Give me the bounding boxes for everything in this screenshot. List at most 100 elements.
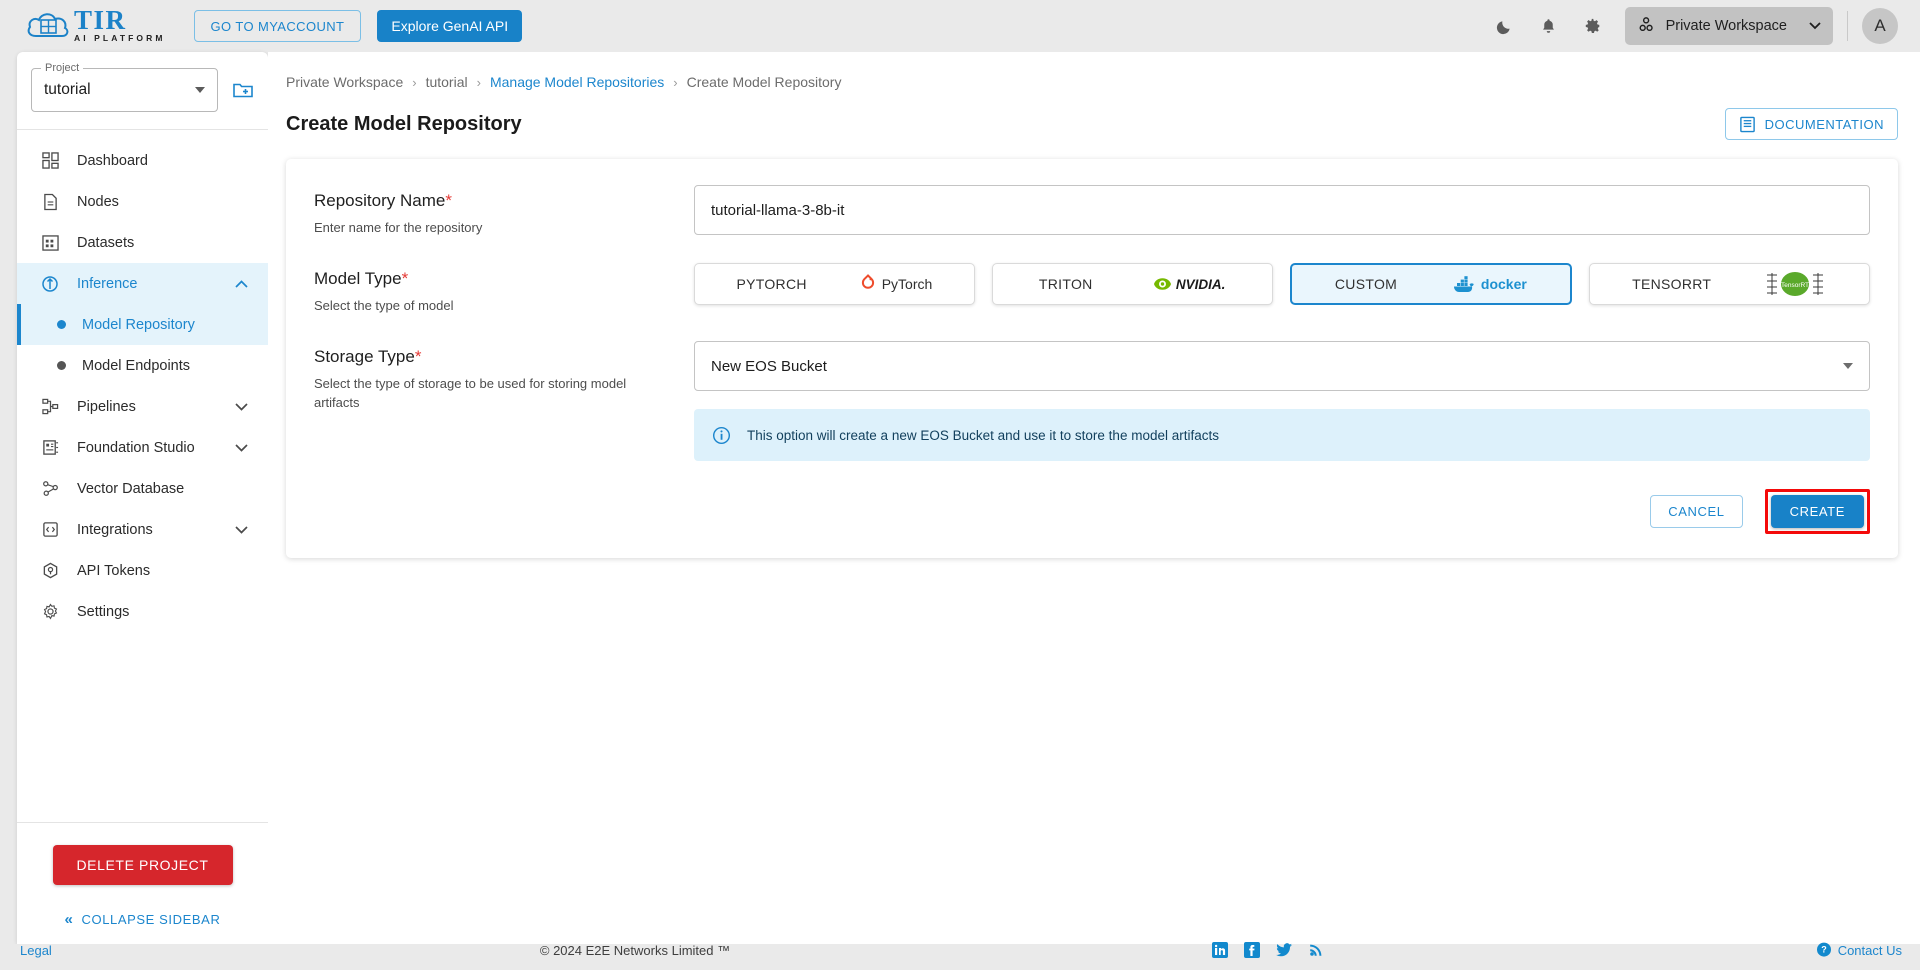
- chevron-down-icon: [235, 402, 248, 411]
- chevron-down-icon: [235, 443, 248, 452]
- storage-type-label-col: Storage Type* Select the type of storage…: [314, 341, 694, 461]
- go-to-myaccount-button[interactable]: GO TO MYACCOUNT: [193, 10, 362, 42]
- tir-logo[interactable]: TIR AI PLATFORM: [26, 7, 166, 44]
- sidebar-item-integrations[interactable]: Integrations: [17, 509, 268, 550]
- gear-icon[interactable]: [1576, 9, 1610, 43]
- repository-name-row: Repository Name* Enter name for the repo…: [314, 185, 1870, 237]
- footer-contact-us-link[interactable]: ? Contact Us: [1816, 942, 1902, 959]
- storage-type-label: Storage Type*: [314, 347, 694, 367]
- sidebar-item-nodes[interactable]: Nodes: [17, 181, 268, 222]
- model-type-option-custom[interactable]: CUSTOM docker: [1289, 263, 1573, 305]
- breadcrumb-item-0[interactable]: Private Workspace: [286, 74, 403, 90]
- repository-name-input[interactable]: [694, 185, 1870, 235]
- sidebar-item-datasets[interactable]: Datasets: [17, 222, 268, 263]
- rss-icon[interactable]: [1309, 942, 1324, 958]
- cancel-button[interactable]: CANCEL: [1650, 495, 1743, 528]
- model-type-description: Select the type of model: [314, 298, 454, 313]
- sidebar-item-label: Pipelines: [77, 398, 136, 415]
- footer-contact-label: Contact Us: [1837, 942, 1902, 958]
- model-type-option-triton[interactable]: TRITON NVIDIA.: [991, 263, 1273, 305]
- studio-icon: [39, 439, 61, 456]
- required-marker: *: [401, 269, 409, 288]
- collapse-sidebar-button[interactable]: « COLLAPSE SIDEBAR: [17, 911, 268, 928]
- moon-icon[interactable]: [1488, 9, 1522, 43]
- linkedin-icon[interactable]: [1212, 942, 1228, 958]
- sidebar-nav: Dashboard Nodes Datasets Inference Model…: [17, 130, 268, 822]
- explore-genai-api-button[interactable]: Explore GenAI API: [377, 10, 523, 42]
- repository-name-description: Enter name for the repository: [314, 220, 483, 235]
- project-legend: Project: [41, 62, 84, 74]
- model-type-options: PYTORCH PyTorch TRITON NVIDIA. CUSTOM do…: [694, 263, 1870, 305]
- twitter-icon[interactable]: [1276, 942, 1293, 958]
- sidebar-item-dashboard[interactable]: Dashboard: [17, 140, 268, 181]
- header-divider: [1847, 11, 1848, 41]
- svg-text:?: ?: [1821, 944, 1827, 954]
- cloud-logo-icon: [26, 9, 72, 43]
- storage-type-info-banner: This option will create a new EOS Bucket…: [694, 409, 1870, 461]
- model-type-name: TRITON: [1038, 276, 1093, 292]
- sidebar-item-settings[interactable]: Settings: [17, 591, 268, 632]
- model-type-option-pytorch[interactable]: PYTORCH PyTorch: [694, 263, 975, 305]
- document-icon: [39, 193, 61, 211]
- sidebar-item-label: Dashboard: [77, 152, 148, 169]
- facebook-icon[interactable]: [1244, 942, 1260, 958]
- breadcrumb-item-2[interactable]: Manage Model Repositories: [490, 74, 664, 90]
- sidebar-item-label: Datasets: [77, 234, 135, 251]
- create-button[interactable]: CREATE: [1770, 495, 1864, 528]
- storage-type-field-col: New EOS Bucket This option will create a…: [694, 341, 1870, 461]
- form-actions: CANCEL CREATE: [314, 489, 1870, 534]
- breadcrumb-item-1[interactable]: tutorial: [426, 74, 468, 90]
- pipelines-icon: [39, 398, 61, 415]
- nvidia-wordmark: NVIDIA.: [1175, 276, 1226, 292]
- sidebar-item-model-repository[interactable]: Model Repository: [17, 304, 268, 345]
- chevron-down-icon: [235, 525, 248, 534]
- delete-project-button[interactable]: DELETE PROJECT: [52, 845, 233, 885]
- model-type-name: CUSTOM: [1334, 276, 1398, 292]
- book-icon: [1739, 116, 1756, 133]
- repository-name-field-col: [694, 185, 1870, 237]
- storage-type-select[interactable]: New EOS Bucket: [694, 341, 1870, 391]
- breadcrumb-separator: ›: [412, 74, 417, 90]
- bell-icon[interactable]: [1532, 9, 1566, 43]
- sidebar-subitem-label: Model Endpoints: [82, 357, 191, 374]
- sidebar-item-inference[interactable]: Inference: [17, 263, 268, 304]
- model-type-row: Model Type* Select the type of model PYT…: [314, 263, 1870, 315]
- main-content: Private Workspace › tutorial › Manage Mo…: [268, 52, 1920, 944]
- workspace-icon: [1637, 15, 1656, 38]
- collapse-sidebar-label: COLLAPSE SIDEBAR: [81, 912, 221, 927]
- required-marker: *: [414, 347, 422, 366]
- sidebar-item-label: Foundation Studio: [77, 439, 195, 456]
- footer-social-links: [1212, 942, 1324, 958]
- sidebar-item-model-endpoints[interactable]: Model Endpoints: [17, 345, 268, 386]
- model-type-option-tensorrt[interactable]: TENSORRT TensorRT: [1589, 263, 1870, 305]
- breadcrumb-separator: ›: [673, 74, 678, 90]
- avatar[interactable]: A: [1862, 8, 1898, 44]
- sidebar-item-label: Vector Database: [77, 480, 185, 497]
- add-folder-icon[interactable]: [232, 80, 254, 100]
- page-title: Create Model Repository: [286, 112, 522, 135]
- project-select[interactable]: Project tutorial: [31, 62, 218, 112]
- info-icon: [712, 426, 731, 445]
- inference-icon: [39, 275, 61, 293]
- sidebar-item-foundation-studio[interactable]: Foundation Studio: [17, 427, 268, 468]
- page-header: Create Model Repository DOCUMENTATION: [268, 90, 1920, 140]
- breadcrumb: Private Workspace › tutorial › Manage Mo…: [268, 52, 1920, 90]
- sidebar-item-vector-database[interactable]: Vector Database: [17, 468, 268, 509]
- tensorrt-logo-icon: TensorRT: [1763, 269, 1827, 299]
- sidebar-item-pipelines[interactable]: Pipelines: [17, 386, 268, 427]
- chevron-down-icon: [1809, 18, 1821, 34]
- sidebar-item-api-tokens[interactable]: API Tokens: [17, 550, 268, 591]
- create-repository-form-card: Repository Name* Enter name for the repo…: [286, 159, 1898, 558]
- storage-type-row: Storage Type* Select the type of storage…: [314, 341, 1870, 461]
- workspace-selector[interactable]: Private Workspace: [1624, 7, 1833, 45]
- chevron-up-icon: [235, 279, 248, 288]
- model-type-name: PYTORCH: [736, 276, 807, 292]
- docker-logo-icon: docker: [1452, 275, 1527, 294]
- vector-db-icon: [39, 480, 61, 497]
- project-value: tutorial: [44, 81, 91, 98]
- sidebar-item-label: Inference: [77, 275, 138, 292]
- sidebar: Project tutorial Dashboard Nodes Dataset…: [17, 52, 268, 944]
- documentation-button[interactable]: DOCUMENTATION: [1724, 108, 1898, 140]
- token-icon: [39, 562, 61, 580]
- chevron-down-icon: [1843, 363, 1853, 369]
